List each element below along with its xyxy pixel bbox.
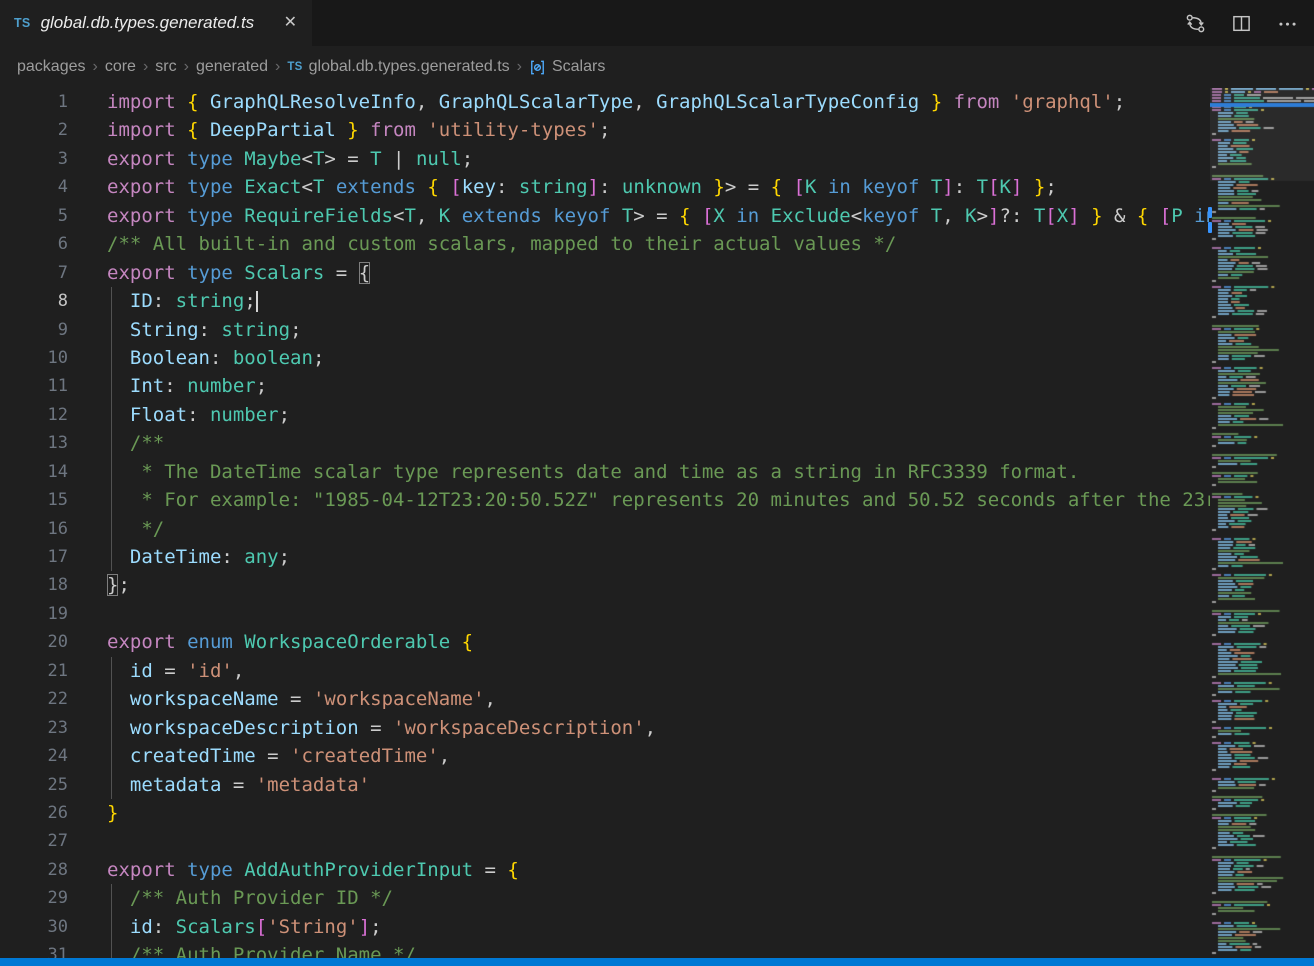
more-actions-icon[interactable] — [1276, 12, 1298, 34]
code-line: /** Auth Provider ID */ — [107, 884, 1314, 912]
minimap-canvas — [1210, 88, 1314, 958]
tab-title: global.db.types.generated.ts — [41, 13, 255, 33]
close-icon[interactable]: ✕ — [281, 12, 300, 34]
code-line: DateTime: any; — [107, 543, 1314, 571]
code-line: import { DeepPartial } from 'utility-typ… — [107, 116, 1314, 144]
type-symbol-icon — [529, 59, 546, 76]
code-line: export type Scalars = { — [107, 259, 1314, 287]
breadcrumb-separator: › — [268, 58, 287, 76]
breadcrumb-item-generated[interactable]: generated — [196, 58, 268, 76]
minimap-marker — [1208, 207, 1212, 218]
code-line: createdTime = 'createdTime', — [107, 742, 1314, 770]
minimap[interactable] — [1210, 88, 1314, 958]
breadcrumb-separator: › — [86, 58, 105, 76]
code-line: String: string; — [107, 316, 1314, 344]
code-line: */ — [107, 515, 1314, 543]
code-line: Float: number; — [107, 401, 1314, 429]
code-line: /** All built-in and custom scalars, map… — [107, 230, 1314, 258]
code-line: metadata = 'metadata' — [107, 771, 1314, 799]
breadcrumb-item-src[interactable]: src — [155, 58, 176, 76]
breadcrumb-item-scalars[interactable]: Scalars — [529, 58, 605, 76]
code-line: } — [107, 799, 1314, 827]
breadcrumb-symbol-label: Scalars — [552, 58, 605, 76]
breadcrumb-item-core[interactable]: core — [105, 58, 136, 76]
tab-global-db-types[interactable]: TS global.db.types.generated.ts ✕ — [0, 0, 312, 46]
breadcrumb-separator: › — [510, 58, 529, 76]
editor-actions — [1184, 0, 1314, 46]
code-line — [107, 827, 1314, 855]
code-lines[interactable]: import { GraphQLResolveInfo, GraphQLScal… — [68, 88, 1314, 958]
code-line: ID: string; — [107, 287, 1314, 315]
code-line: id = 'id', — [107, 657, 1314, 685]
breadcrumb-item-file[interactable]: TS global.db.types.generated.ts — [287, 58, 509, 76]
code-line: Int: number; — [107, 372, 1314, 400]
editor-area: 1234567891011121314151617181920212223242… — [0, 88, 1314, 958]
code-line: workspaceDescription = 'workspaceDescrip… — [107, 714, 1314, 742]
breadcrumb-separator: › — [177, 58, 196, 76]
code-line: }; — [107, 571, 1314, 599]
typescript-file-icon: TS — [14, 16, 31, 30]
minimap-marker — [1208, 222, 1212, 233]
breadcrumb: packages › core › src › generated › TS g… — [0, 46, 1314, 88]
breadcrumb-separator: › — [136, 58, 155, 76]
split-editor-icon[interactable] — [1230, 12, 1252, 34]
code-line: * For example: "1985-04-12T23:20:50.52Z"… — [107, 486, 1314, 514]
code-line: export type Maybe<T> = T | null; — [107, 145, 1314, 173]
code-line: export type Exact<T extends { [key: stri… — [107, 173, 1314, 201]
code-line: import { GraphQLResolveInfo, GraphQLScal… — [107, 88, 1314, 116]
gutter: 1234567891011121314151617181920212223242… — [0, 88, 68, 958]
code-line: /** Auth Provider Name */ — [107, 941, 1314, 958]
code-line: /** — [107, 429, 1314, 457]
code-line — [107, 600, 1314, 628]
code-line: export enum WorkspaceOrderable { — [107, 628, 1314, 656]
breadcrumb-file-label: global.db.types.generated.ts — [309, 58, 510, 76]
code-line: export type AddAuthProviderInput = { — [107, 856, 1314, 884]
breadcrumb-item-packages[interactable]: packages — [17, 58, 86, 76]
code-line: id: Scalars['String']; — [107, 913, 1314, 941]
code-line: export type RequireFields<T, K extends k… — [107, 202, 1314, 230]
status-bar — [0, 958, 1314, 966]
code-line: * The DateTime scalar type represents da… — [107, 458, 1314, 486]
text-cursor — [256, 291, 258, 312]
code-line: Boolean: boolean; — [107, 344, 1314, 372]
open-changes-icon[interactable] — [1184, 12, 1206, 34]
typescript-file-icon: TS — [287, 61, 302, 73]
code-line: workspaceName = 'workspaceName', — [107, 685, 1314, 713]
tab-bar: TS global.db.types.generated.ts ✕ — [0, 0, 1314, 46]
